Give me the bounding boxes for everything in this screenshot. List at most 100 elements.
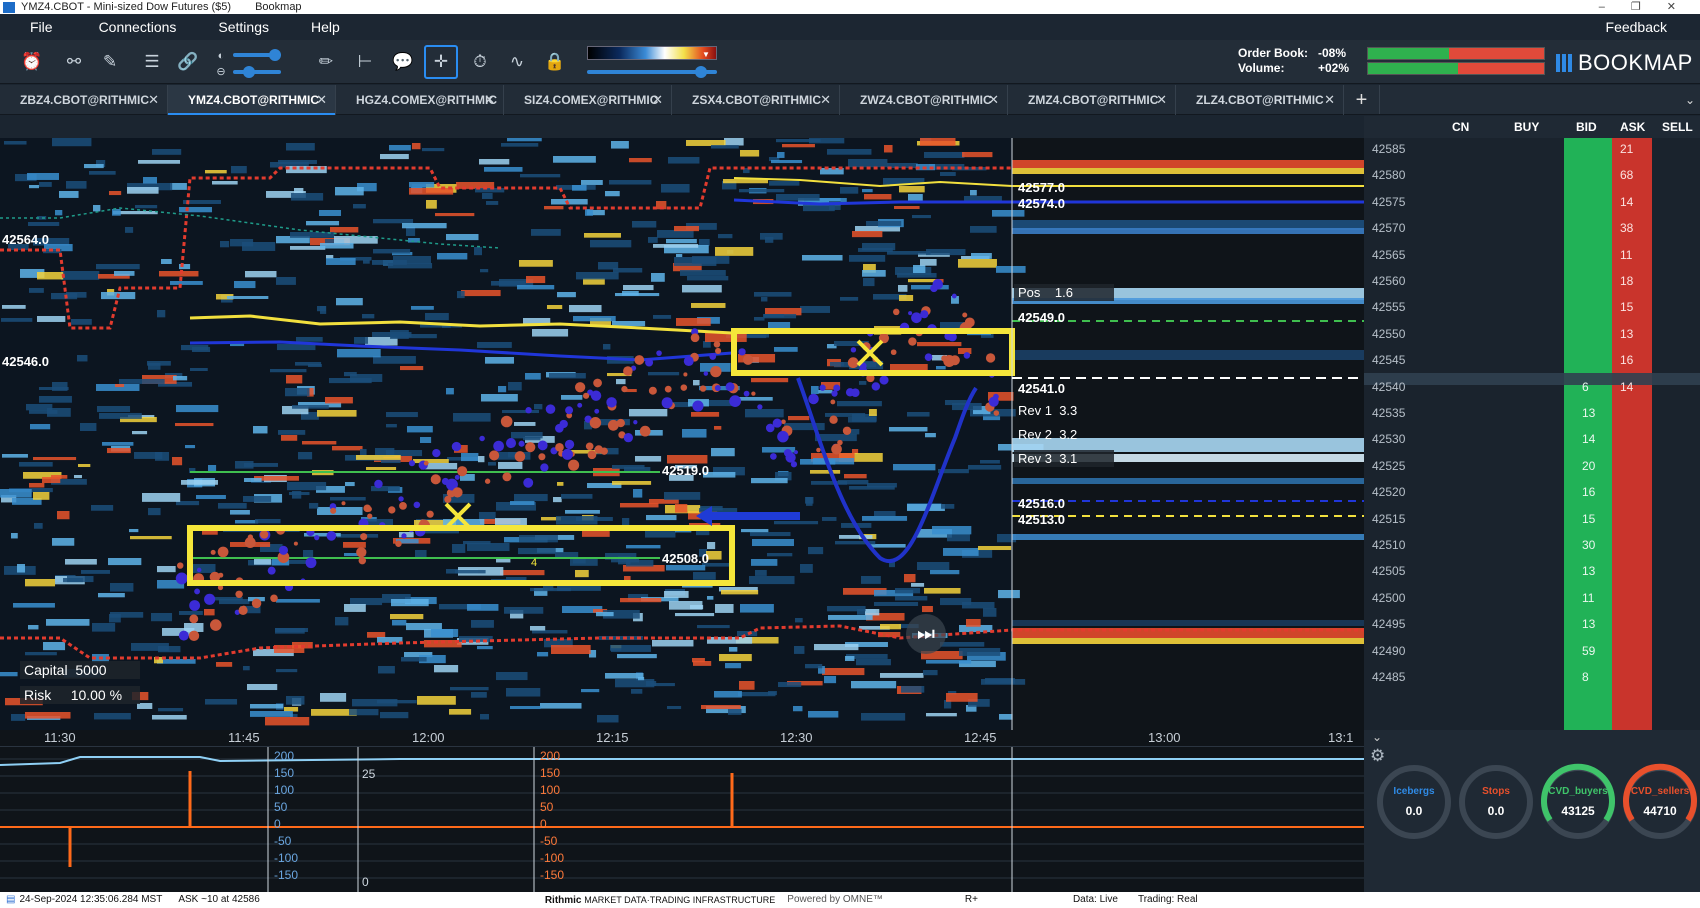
ask-size[interactable]: 14 [1620, 195, 1633, 209]
close-icon[interactable]: ✕ [148, 85, 159, 115]
layers-icon[interactable]: ☰ [140, 50, 164, 74]
ladder-price[interactable]: 42505 [1372, 564, 1405, 578]
brightness-slider[interactable] [233, 49, 281, 61]
trade-bubble [505, 438, 517, 449]
stopwatch-icon[interactable]: ⏱ [468, 50, 492, 74]
pencil-icon[interactable]: ✏ [314, 50, 338, 74]
close-icon[interactable]: ✕ [484, 85, 495, 115]
close-window-button[interactable]: ✕ [1667, 0, 1676, 14]
chevron-down-icon[interactable]: ▼ [702, 50, 710, 59]
close-icon[interactable]: ✕ [1156, 85, 1167, 115]
bid-size[interactable]: 8 [1582, 670, 1589, 684]
ask-size[interactable]: 15 [1620, 300, 1633, 314]
column-cn[interactable]: CN [1452, 120, 1469, 134]
feedback-link[interactable]: Feedback [1606, 19, 1700, 35]
close-icon[interactable]: ✕ [652, 85, 663, 115]
ladder-price[interactable]: 42560 [1372, 274, 1405, 288]
tab-zsx4[interactable]: ZSX4.CBOT@RITHMIC ✕ [672, 85, 840, 115]
minimize-button[interactable]: – [1599, 0, 1605, 14]
heatmap-canvas[interactable] [0, 138, 1364, 730]
ladder-price[interactable]: 42550 [1372, 327, 1405, 341]
ask-size[interactable]: 11 [1620, 248, 1632, 262]
ladder-price[interactable]: 42500 [1372, 591, 1405, 605]
ladder-price[interactable]: 42555 [1372, 300, 1405, 314]
column-bid[interactable]: BID [1576, 120, 1597, 134]
ladder-price[interactable]: 42545 [1372, 353, 1405, 367]
ladder-price[interactable]: 42570 [1372, 221, 1405, 235]
tab-zlz4[interactable]: ZLZ4.CBOT@RITHMIC ✕ [1176, 85, 1344, 115]
menu-help[interactable]: Help [298, 19, 353, 35]
bid-size[interactable]: 30 [1582, 538, 1595, 552]
ladder-price[interactable]: 42565 [1372, 248, 1405, 262]
ladder-price[interactable]: 42530 [1372, 432, 1405, 446]
contrast-slider[interactable] [233, 66, 281, 78]
heatmap-contrast-slider[interactable] [587, 66, 717, 78]
share-icon[interactable]: ⚯ [62, 50, 86, 74]
ask-size[interactable]: 14 [1620, 380, 1633, 394]
bid-size[interactable]: 13 [1582, 406, 1595, 420]
tab-siz4[interactable]: SIZ4.COMEX@RITHMIC ✕ [504, 85, 672, 115]
heatmap-color-bar[interactable] [587, 46, 717, 60]
ladder-price[interactable]: 42485 [1372, 670, 1405, 684]
measure-icon[interactable]: ⊢ [353, 50, 377, 74]
ladder-price[interactable]: 42580 [1372, 168, 1405, 182]
close-icon[interactable]: ✕ [316, 85, 327, 115]
tab-zmz4[interactable]: ZMZ4.CBOT@RITHMIC ✕ [1008, 85, 1176, 115]
bid-size[interactable]: 6 [1582, 380, 1589, 394]
bid-size[interactable]: 16 [1582, 485, 1595, 499]
play-to-live-icon[interactable]: ⏭ [906, 614, 946, 654]
ask-size[interactable]: 38 [1620, 221, 1633, 235]
bid-size[interactable]: 20 [1582, 459, 1595, 473]
tab-zbz4[interactable]: ZBZ4.CBOT@RITHMIC ✕ [0, 85, 168, 115]
ladder-price[interactable]: 42575 [1372, 195, 1405, 209]
heatmap-cell [887, 251, 931, 255]
ladder-price[interactable]: 42495 [1372, 617, 1405, 631]
chart-line-icon[interactable]: ∿ [505, 50, 529, 74]
bid-size[interactable]: 59 [1582, 644, 1595, 658]
link-icon[interactable]: 🔗 [176, 50, 200, 74]
ladder-price[interactable]: 42585 [1372, 142, 1405, 156]
broom-icon[interactable]: ✎ [98, 50, 122, 74]
maximize-button[interactable]: ❐ [1631, 0, 1641, 14]
heatmap-cell [632, 221, 657, 228]
bid-size[interactable]: 15 [1582, 512, 1595, 526]
tab-ymz4[interactable]: YMZ4.CBOT@RITHMIC ✕ [168, 85, 336, 115]
ladder-price[interactable]: 42535 [1372, 406, 1405, 420]
ladder-price[interactable]: 42515 [1372, 512, 1405, 526]
ladder-price[interactable]: 42490 [1372, 644, 1405, 658]
add-tab-button[interactable]: + [1344, 85, 1380, 114]
ladder-price[interactable]: 42510 [1372, 538, 1405, 552]
ladder-price[interactable]: 42540 [1372, 380, 1405, 394]
alarm-clock-icon[interactable]: ⏰ [20, 50, 44, 74]
close-icon[interactable]: ✕ [820, 85, 831, 115]
ask-size[interactable]: 16 [1620, 353, 1633, 367]
lock-icon[interactable]: 🔒 [543, 50, 567, 74]
ladder-price[interactable]: 42525 [1372, 459, 1405, 473]
menu-file[interactable]: File [0, 19, 66, 35]
close-icon[interactable]: ✕ [988, 85, 999, 115]
heatmap-chart[interactable]: 42564.0 42546.0 42577.0 42574.0 42549.0 … [0, 138, 1364, 730]
chat-icon[interactable]: 💬 [391, 50, 415, 74]
close-icon[interactable]: ✕ [1324, 85, 1335, 115]
bid-size[interactable]: 11 [1582, 591, 1594, 605]
menu-settings[interactable]: Settings [205, 19, 282, 35]
menu-connections[interactable]: Connections [86, 19, 190, 35]
dom-ladder[interactable]: 42585 21 42580 68 42575 14 42570 38 42565 11 42560… [1364, 138, 1700, 730]
bid-size[interactable]: 13 [1582, 617, 1595, 631]
tab-hgz4[interactable]: HGZ4.COMEX@RITHMIC ✕ [336, 85, 504, 115]
bid-size[interactable]: 14 [1582, 432, 1595, 446]
ask-size[interactable]: 21 [1620, 142, 1633, 156]
tab-zwz4[interactable]: ZWZ4.CBOT@RITHMIC ✕ [840, 85, 1008, 115]
crosshair-icon[interactable]: ✛ [424, 45, 458, 79]
ask-size[interactable]: 13 [1620, 327, 1633, 341]
heatmap-cell [609, 180, 652, 185]
bid-size[interactable]: 13 [1582, 564, 1595, 578]
column-sell[interactable]: SELL [1662, 120, 1693, 134]
column-buy[interactable]: BUY [1514, 120, 1539, 134]
chevron-down-icon[interactable]: ⌄ [1680, 85, 1700, 114]
column-ask[interactable]: ASK [1620, 120, 1645, 134]
chevron-down-icon[interactable]: ⌄ [1372, 730, 1382, 744]
ask-size[interactable]: 18 [1620, 274, 1633, 288]
ask-size[interactable]: 68 [1620, 168, 1633, 182]
ladder-price[interactable]: 42520 [1372, 485, 1405, 499]
